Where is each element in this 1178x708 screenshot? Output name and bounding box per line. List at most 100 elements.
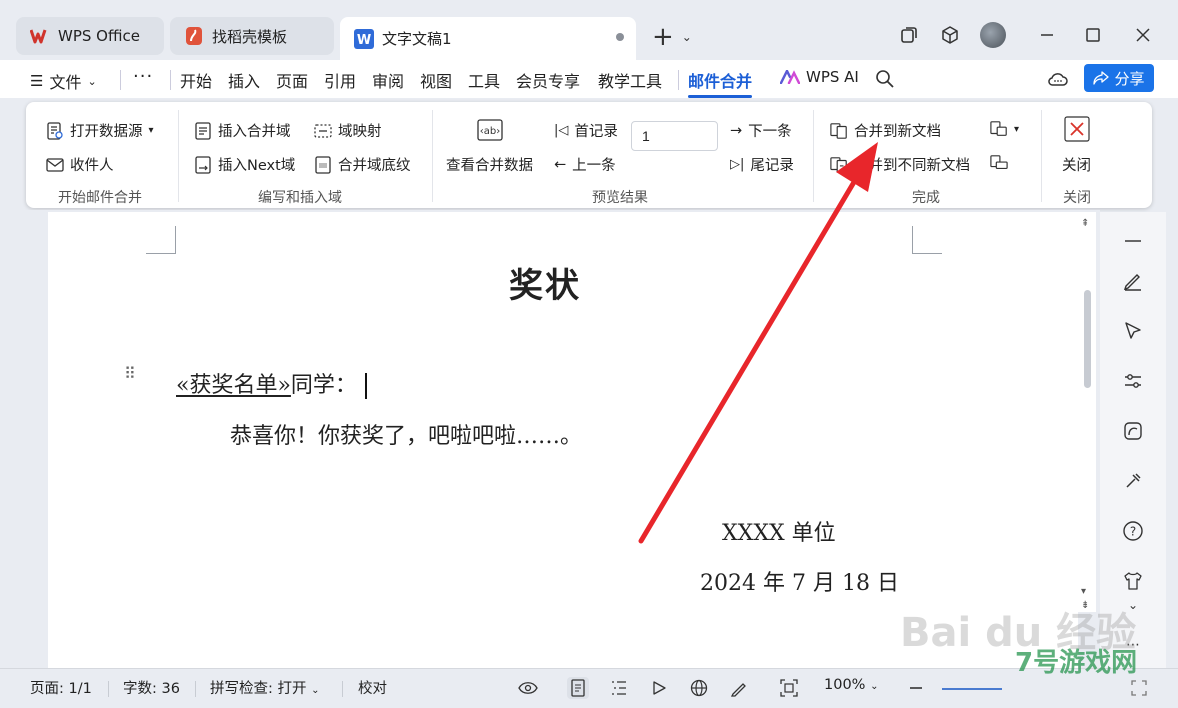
insert-field-icon [194,121,212,140]
merge-separate-icon [830,156,848,174]
merge-to-new-doc-button[interactable]: 合并到新文档 [830,120,941,141]
word-count[interactable]: 字数: 36 [123,677,180,698]
menu-tools[interactable]: 工具 [468,68,500,92]
outline-view-icon[interactable] [608,677,630,699]
tools-icon[interactable] [1120,468,1146,494]
next-field-icon [194,155,212,174]
merge-field-award-list[interactable]: «获奖名单» [176,373,291,398]
document-title: 奖状 [509,266,581,306]
merge-to-separate-docs-label: 合并到不同新文档 [854,158,970,174]
menu-mail-merge[interactable]: 邮件合并 [688,68,753,98]
first-record-button[interactable]: |◁ 首记录 [554,120,618,141]
menu-insert[interactable]: 插入 [228,68,260,92]
drag-handle-icon[interactable]: ⠿ [124,366,138,382]
web-view-icon[interactable] [688,677,710,699]
merge-field-shading-button[interactable]: 合并域底纹 [314,154,411,175]
vertical-scrollbar[interactable]: ⇞ ▾ ⇟ [1078,212,1096,612]
new-tab-button[interactable]: + ⌄ [652,24,692,50]
shirt-theme-icon[interactable] [1120,568,1146,594]
salutation-suffix: 同学： [290,373,357,398]
window-list-icon[interactable] [896,22,922,48]
record-number-input[interactable] [631,121,718,151]
svg-text:‹ab›: ‹ab› [479,126,499,137]
group-divider [813,110,814,202]
more-dots-icon[interactable]: ⋯ [1120,632,1146,658]
maximize-icon[interactable] [1080,22,1106,48]
share-button[interactable]: 分享 [1084,64,1154,92]
merge-to-email-dropdown[interactable]: ▾ [990,120,1019,138]
collapse-panel-icon[interactable] [1120,228,1146,254]
view-merged-data-button[interactable]: ‹ab› 查看合并数据 [446,118,533,175]
recipients-button[interactable]: 收件人 [46,154,114,175]
insert-next-field-label: 插入Next域 [218,158,296,174]
menu-home[interactable]: 开始 [180,68,212,92]
play-icon[interactable] [648,677,670,699]
zoom-out-icon[interactable] [905,677,927,699]
user-avatar[interactable] [980,22,1006,48]
more-icon[interactable]: ··· [133,66,153,87]
style-palette-icon[interactable] [1120,418,1146,444]
merge-to-separate-docs-button[interactable]: 合并到不同新文档 [830,154,970,175]
crop-mark [912,226,942,254]
scroll-bottom-icon[interactable]: ⇟ [1081,600,1089,611]
menu-member[interactable]: 会员专享 [516,68,580,92]
proofread-button[interactable]: 校对 [358,677,387,698]
group-label-write: 编写和插入域 [258,190,342,206]
cloud-sync-icon[interactable] [1045,66,1071,92]
cube-icon[interactable] [937,22,963,48]
pen-edit-icon[interactable] [728,677,750,699]
menu-teaching-tools[interactable]: 教学工具 [598,68,662,92]
close-mail-merge-button[interactable]: 关闭 [1062,116,1091,175]
group-label-close: 关闭 [1063,190,1091,206]
tab-label: WPS Office [58,27,140,45]
fullscreen-icon[interactable] [1128,677,1150,699]
minimize-icon[interactable] [1034,22,1060,48]
select-cursor-icon[interactable] [1120,318,1146,344]
insert-next-field-button[interactable]: 插入Next域 [194,154,295,175]
page-indicator[interactable]: 页面: 1/1 [30,677,92,698]
help-icon[interactable]: ? [1120,518,1146,544]
salutation-line[interactable]: «获奖名单»同学： [176,367,367,399]
tab-document[interactable]: W 文字文稿1 [340,17,636,60]
menu-references[interactable]: 引用 [324,68,356,92]
open-data-source-label: 打开数据源 [70,124,143,140]
merge-to-printer-button[interactable] [990,154,1008,172]
tab-docer-templates[interactable]: 找稻壳模板 [170,17,334,55]
insert-merge-field-button[interactable]: 插入合并域 [194,120,291,141]
scroll-thumb[interactable] [1084,290,1091,388]
crop-mark [146,226,176,254]
spell-check-toggle[interactable]: 拼写检查: 打开 ⌄ [210,677,320,698]
page-view-icon[interactable] [567,677,589,699]
divider [108,681,109,697]
zoom-level[interactable]: 100% ⌄ [824,677,878,693]
menu-review[interactable]: 审阅 [372,68,404,92]
zoom-slider[interactable] [942,688,1002,690]
scroll-down-icon[interactable]: ▾ [1081,586,1086,597]
scroll-top-icon[interactable]: ⇞ [1081,218,1089,229]
eye-protect-icon[interactable] [517,677,539,699]
chevron-down-icon[interactable]: ⌄ [1120,592,1146,618]
prev-record-button[interactable]: ← 上一条 [554,154,616,175]
field-mapping-button[interactable]: 域映射 [314,120,382,141]
close-window-icon[interactable] [1130,22,1156,48]
signature-organization: XXXX 单位 [722,521,836,546]
menu-page[interactable]: 页面 [276,68,308,92]
wps-logo-icon [30,26,50,46]
last-record-button[interactable]: ▷| 尾记录 [730,154,794,175]
wps-ai-button[interactable]: WPS AI [780,68,859,86]
body-text: 恭喜你！你获奖了，吧啦吧啦……。 [230,424,583,449]
group-label-finish: 完成 [912,190,940,206]
pen-icon[interactable] [1120,268,1146,294]
open-data-source-button[interactable]: 打开数据源 ▾ [46,120,154,141]
adjust-sliders-icon[interactable] [1120,368,1146,394]
divider [170,70,171,90]
search-icon[interactable] [872,66,898,92]
tab-wps-office[interactable]: WPS Office [16,17,164,55]
right-side-panel: ? ⌄ ⋯ [1100,212,1166,668]
next-record-button[interactable]: → 下一条 [730,120,792,141]
tab-label: 文字文稿1 [382,30,452,48]
file-menu[interactable]: ☰ 文件 ⌄ [30,69,97,93]
menu-view[interactable]: 视图 [420,68,452,92]
chevron-down-icon: ⌄ [87,74,97,88]
fit-screen-icon[interactable] [778,677,800,699]
